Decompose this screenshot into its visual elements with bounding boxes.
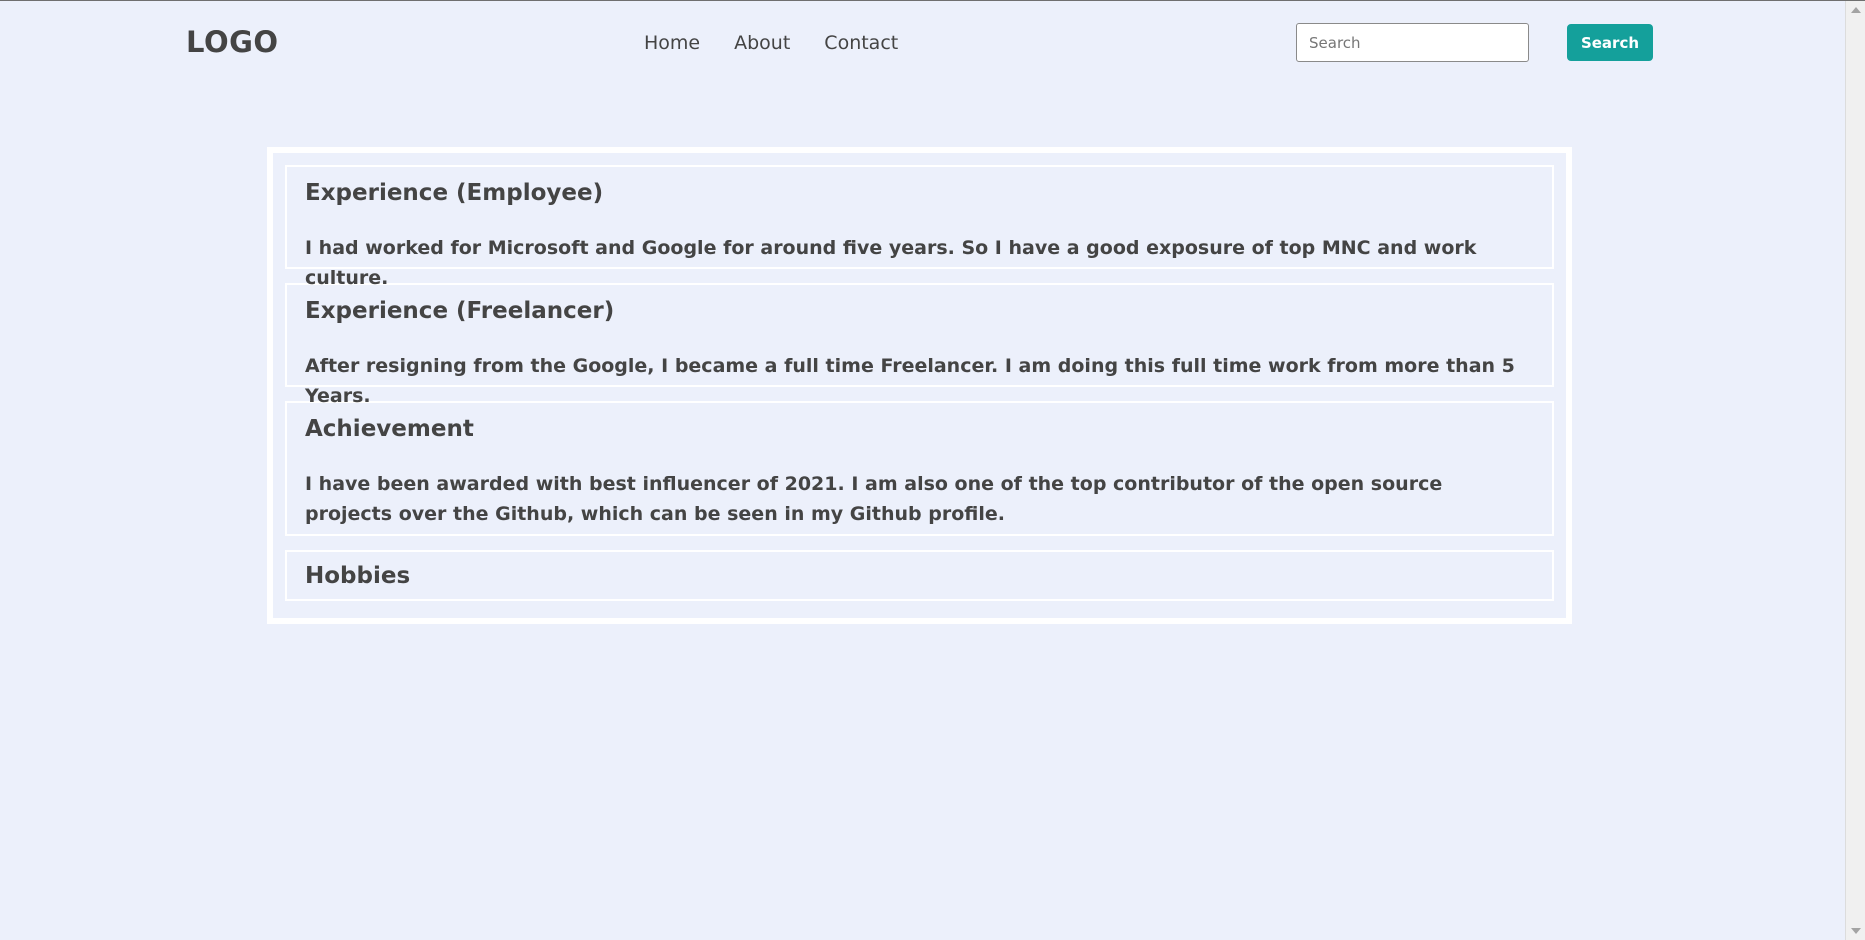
nav-links: Home About Contact bbox=[644, 32, 932, 54]
nav-link-about[interactable]: About bbox=[734, 32, 790, 54]
card-title: Experience (Freelancer) bbox=[305, 298, 615, 324]
vertical-scrollbar[interactable] bbox=[1845, 1, 1865, 940]
logo[interactable]: LOGO bbox=[186, 25, 279, 59]
search-input[interactable] bbox=[1296, 23, 1529, 62]
card-title: Hobbies bbox=[305, 563, 411, 589]
nav-link-contact[interactable]: Contact bbox=[824, 32, 898, 54]
scroll-up-arrow-icon[interactable] bbox=[1851, 7, 1861, 13]
card-experience-freelancer: Experience (Freelancer) After resigning … bbox=[285, 283, 1554, 407]
navbar: LOGO Home About Contact Search bbox=[0, 1, 1845, 85]
card-text: I have been awarded with best influencer… bbox=[305, 473, 1443, 525]
card-experience-employee: Experience (Employee) I had worked for M… bbox=[285, 165, 1554, 289]
content-panel: Experience (Employee) I had worked for M… bbox=[267, 147, 1572, 624]
nav-link-home[interactable]: Home bbox=[644, 32, 700, 54]
card-hobbies: Hobbies bbox=[285, 550, 1554, 601]
scroll-down-arrow-icon[interactable] bbox=[1851, 928, 1861, 934]
card-title: Experience (Employee) bbox=[305, 180, 604, 206]
card-achievement: Achievement I have been awarded with bes… bbox=[285, 401, 1554, 536]
search-button[interactable]: Search bbox=[1567, 24, 1653, 61]
card-title: Achievement bbox=[305, 416, 474, 442]
